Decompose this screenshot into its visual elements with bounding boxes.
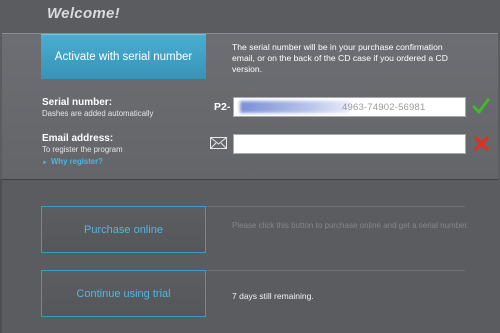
serial-number-input[interactable]: 4963-74902-56981	[233, 97, 466, 117]
arrow-right-icon: ►	[42, 160, 48, 166]
cross-icon	[474, 136, 489, 151]
email-address-label: Email address:	[42, 133, 114, 144]
activate-serial-button[interactable]: Activate with serial number	[41, 34, 206, 79]
purchase-separator	[206, 206, 465, 207]
activate-serial-button-label: Activate with serial number	[54, 50, 193, 63]
purchase-online-button[interactable]: Purchase online	[41, 206, 206, 253]
email-address-input[interactable]	[233, 134, 466, 154]
continue-trial-button[interactable]: Continue using trial	[41, 270, 206, 317]
serial-prefix: P2-	[214, 101, 231, 113]
serial-number-label: Serial number:	[42, 97, 113, 108]
purchase-description: Please click this button to purchase onl…	[232, 221, 470, 230]
serial-blurred-segment	[240, 101, 350, 113]
trial-separator	[206, 270, 465, 271]
checkmark-icon	[472, 98, 490, 114]
email-address-hint: To register the program	[42, 145, 123, 154]
serial-number-value: 4963-74902-56981	[342, 102, 426, 113]
serial-number-hint: Dashes are added automatically	[42, 109, 154, 118]
page-title: Welcome!	[47, 5, 120, 22]
trial-description: 7 days still remaining.	[232, 291, 314, 301]
continue-trial-button-label: Continue using trial	[76, 287, 171, 300]
activate-description: The serial number will be in your purcha…	[232, 42, 448, 74]
purchase-online-button-label: Purchase online	[84, 223, 163, 236]
envelope-icon	[210, 137, 227, 149]
why-register-link[interactable]: ► Why register?	[42, 157, 103, 166]
why-register-label: Why register?	[50, 157, 103, 166]
left-edge-strip	[0, 179, 2, 333]
